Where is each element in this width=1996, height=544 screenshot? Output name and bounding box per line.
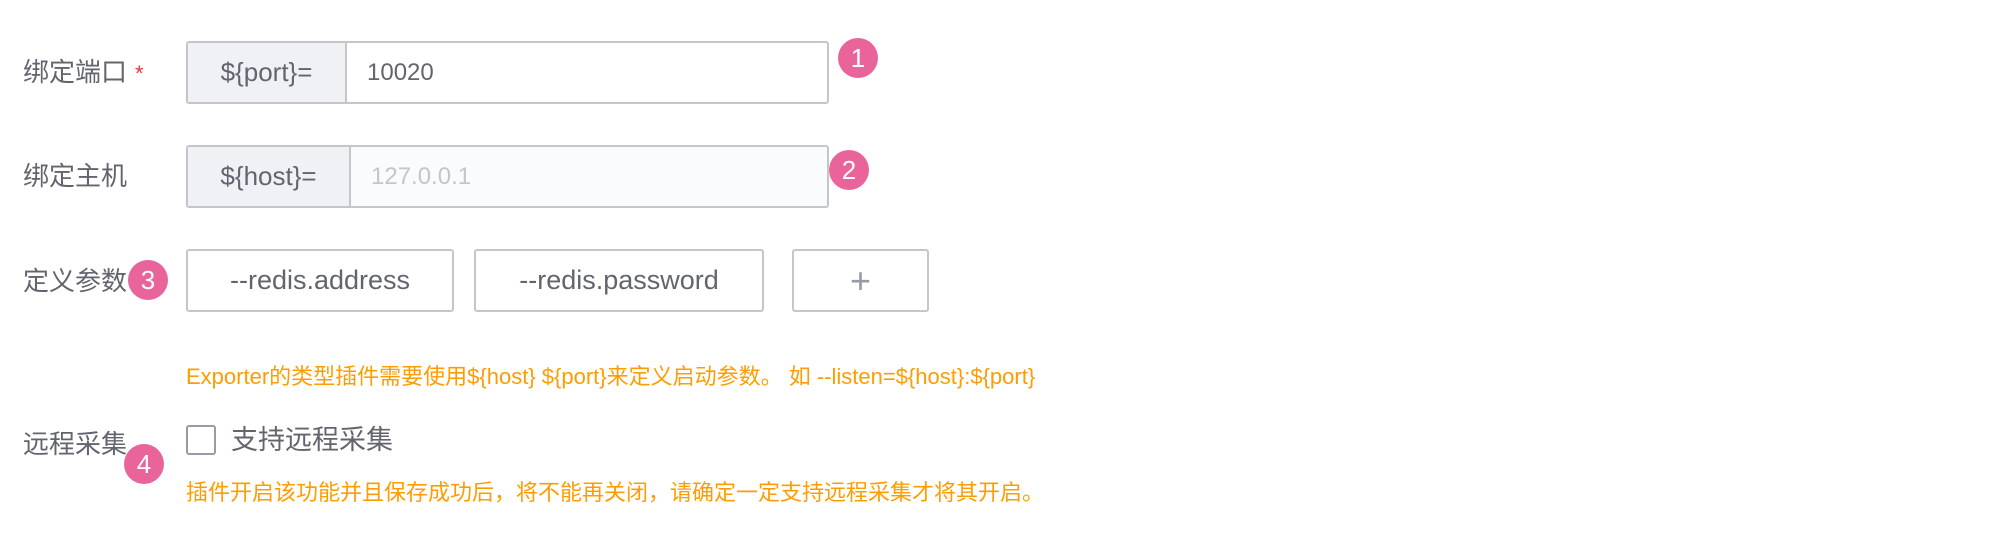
host-label: 绑定主机: [23, 161, 128, 191]
remote-checkbox-label[interactable]: 支持远程采集: [231, 424, 393, 456]
param-chip-redis-address[interactable]: --redis.address: [186, 249, 454, 312]
port-prefix: ${port}=: [188, 43, 347, 102]
params-tip: Exporter的类型插件需要使用${host} ${port}来定义启动参数。…: [186, 364, 1036, 389]
params-label: 定义参数: [23, 266, 128, 296]
remote-label: 远程采集: [23, 429, 128, 459]
port-input[interactable]: 10020: [347, 43, 827, 102]
add-param-button[interactable]: +: [792, 249, 929, 312]
host-input-group: ${host}= 127.0.0.1: [186, 145, 829, 208]
badge-3: 3: [128, 260, 168, 300]
remote-checkbox[interactable]: [186, 425, 216, 455]
param-chip-redis-password[interactable]: --redis.password: [474, 249, 764, 312]
badge-4: 4: [124, 444, 164, 484]
required-mark: *: [135, 61, 144, 86]
port-label-text: 绑定端口: [23, 57, 128, 87]
badge-1: 1: [838, 38, 878, 78]
port-label: 绑定端口 *: [23, 56, 144, 90]
plus-icon: +: [849, 259, 872, 301]
badge-2: 2: [829, 150, 869, 190]
host-prefix: ${host}=: [188, 147, 351, 206]
host-input[interactable]: 127.0.0.1: [351, 147, 827, 206]
remote-tip: 插件开启该功能并且保存成功后，将不能再关闭，请确定一定支持远程采集才将其开启。: [186, 480, 1045, 505]
port-input-group: ${port}= 10020: [186, 41, 829, 104]
